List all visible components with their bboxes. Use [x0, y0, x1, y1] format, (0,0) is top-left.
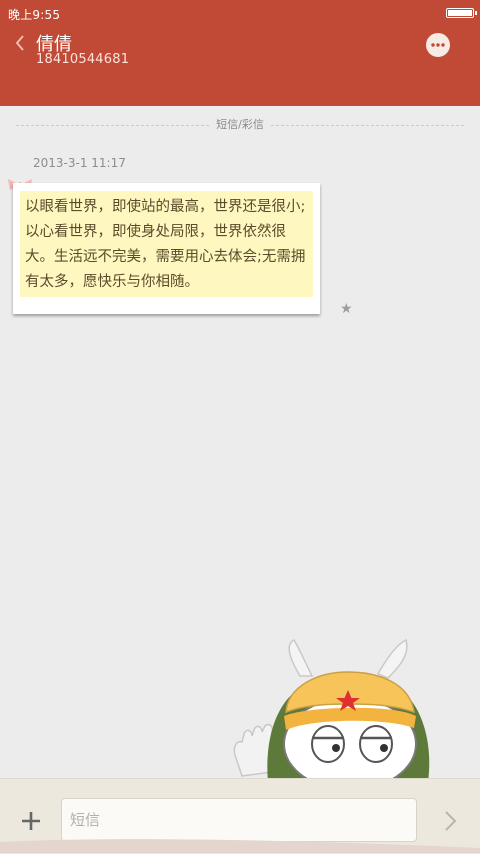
status-bar: 晚上9:55 [0, 0, 480, 26]
message-note: 以眼看世界，即使站的最高，世界还是很小;以心看世界，即使身处局限，世界依然很大。… [20, 191, 313, 297]
conversation-header: 倩倩 18410544681 [0, 26, 480, 106]
more-dots-icon [431, 43, 445, 47]
status-time: 晚上9:55 [8, 8, 61, 22]
more-button[interactable] [426, 33, 450, 57]
decorative-swoosh [0, 839, 480, 853]
divider-label: 短信/彩信 [210, 118, 270, 132]
battery-fill [448, 10, 472, 16]
plus-icon [22, 812, 40, 830]
message-bubble[interactable]: 以眼看世界，即使站的最高，世界还是很小;以心看世界，即使身处局限，世界依然很大。… [13, 183, 320, 314]
mascot-illustration [233, 638, 430, 782]
back-icon[interactable] [14, 34, 30, 54]
message-text: 以眼看世界，即使站的最高，世界还是很小;以心看世界，即使身处局限，世界依然很大。… [25, 199, 306, 290]
add-attachment-button[interactable] [18, 808, 44, 834]
star-icon[interactable]: ★ [340, 302, 353, 316]
chevron-left-icon [15, 35, 24, 51]
chevron-right-icon [445, 811, 457, 831]
message-type-divider: 短信/彩信 [16, 118, 464, 134]
battery-icon [446, 8, 477, 18]
send-button[interactable] [440, 809, 460, 833]
contact-phone: 18410544681 [36, 52, 130, 67]
message-timestamp: 2013-3-1 11:17 [33, 156, 126, 170]
